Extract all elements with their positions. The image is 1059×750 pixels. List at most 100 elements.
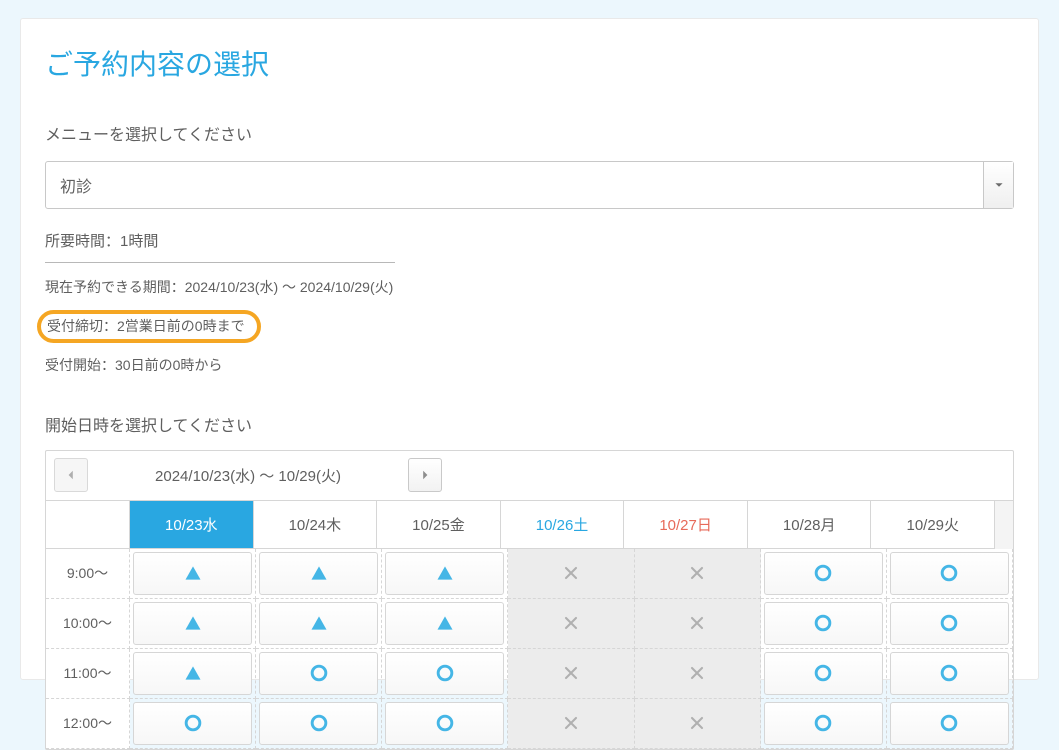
slot-cell: [508, 599, 634, 649]
slot-cell[interactable]: [761, 649, 887, 699]
info-period: 現在予約できる期間：2024/10/23(水) ～ 2024/10/29(火): [45, 271, 1014, 304]
circle-icon: [939, 613, 959, 633]
slot-cell[interactable]: [382, 649, 508, 699]
day-header[interactable]: 10/23水: [130, 501, 254, 549]
slot-inner: [259, 652, 378, 695]
slot-cell[interactable]: [130, 599, 256, 649]
chevron-right-icon: [419, 468, 431, 482]
x-icon: [561, 563, 581, 583]
circle-icon: [813, 613, 833, 633]
slot-inner: [638, 702, 757, 745]
triangle-icon: [309, 613, 329, 633]
day-header[interactable]: 10/29火: [871, 501, 995, 549]
menu-select-value: 初診: [46, 173, 983, 197]
info-duration: 所要時間：1時間: [45, 225, 395, 263]
calendar-nav: 2024/10/23(水) ～ 10/29(火): [46, 451, 1013, 501]
circle-icon: [183, 713, 203, 733]
circle-icon: [813, 713, 833, 733]
slot-inner: [764, 552, 883, 595]
slot-cell[interactable]: [256, 549, 382, 599]
day-header[interactable]: 10/27日: [624, 501, 748, 549]
circle-icon: [939, 563, 959, 583]
slot-inner: [890, 652, 1009, 695]
triangle-icon: [435, 563, 455, 583]
x-icon: [561, 663, 581, 683]
x-icon: [561, 613, 581, 633]
slot-inner: [385, 652, 504, 695]
slot-row: 10:00～: [46, 599, 1013, 649]
info-deadline-row: 受付締切：2営業日前の0時まで: [45, 304, 1014, 349]
slot-time-label: 9:00～: [46, 549, 130, 599]
slot-cell[interactable]: [256, 699, 382, 749]
slot-inner: [259, 552, 378, 595]
slot-inner: [890, 602, 1009, 645]
slot-cell[interactable]: [256, 649, 382, 699]
x-icon: [687, 713, 707, 733]
slot-cell[interactable]: [382, 549, 508, 599]
slot-cell[interactable]: [887, 599, 1013, 649]
slot-inner: [764, 652, 883, 695]
x-icon: [687, 563, 707, 583]
triangle-icon: [183, 563, 203, 583]
calendar-header-row: 10/23水10/24木10/25金10/26土10/27日10/28月10/2…: [46, 501, 1013, 549]
circle-icon: [813, 563, 833, 583]
slot-row: 11:00～: [46, 649, 1013, 699]
slot-cell[interactable]: [761, 599, 887, 649]
slot-inner: [638, 602, 757, 645]
prev-week-button[interactable]: [54, 458, 88, 492]
x-icon: [687, 613, 707, 633]
menu-select-label: メニューを選択してください: [45, 121, 1014, 145]
slot-cell[interactable]: [382, 599, 508, 649]
slot-cell[interactable]: [761, 549, 887, 599]
slot-inner: [259, 702, 378, 745]
page-title: ご予約内容の選択: [45, 43, 1014, 83]
circle-icon: [813, 663, 833, 683]
slot-cell: [508, 699, 634, 749]
time-column-header: [46, 501, 130, 549]
slot-cell[interactable]: [382, 699, 508, 749]
slot-cell[interactable]: [130, 649, 256, 699]
reservation-card: ご予約内容の選択 メニューを選択してください 初診 所要時間：1時間 現在予約で…: [20, 18, 1039, 680]
calendar-range-label: 2024/10/23(水) ～ 10/29(火): [88, 465, 408, 486]
slot-cell[interactable]: [256, 599, 382, 649]
slot-cell[interactable]: [887, 649, 1013, 699]
slot-inner: [511, 702, 630, 745]
slot-inner: [385, 552, 504, 595]
slot-row: 9:00～: [46, 549, 1013, 599]
day-header[interactable]: 10/26土: [501, 501, 625, 549]
slot-time-label: 12:00～: [46, 699, 130, 749]
calendar-body: 9:00～10:00～11:00～12:00～: [46, 549, 1013, 749]
next-week-button[interactable]: [408, 458, 442, 492]
slot-inner: [259, 602, 378, 645]
info-deadline: 受付締切：2営業日前の0時まで: [47, 318, 245, 334]
circle-icon: [309, 713, 329, 733]
slot-cell: [508, 549, 634, 599]
slot-cell[interactable]: [130, 699, 256, 749]
day-header[interactable]: 10/25金: [377, 501, 501, 549]
slot-inner: [511, 552, 630, 595]
triangle-icon: [183, 663, 203, 683]
day-header[interactable]: 10/28月: [748, 501, 872, 549]
slot-time-label: 11:00～: [46, 649, 130, 699]
start-datetime-label: 開始日時を選択してください: [45, 412, 1014, 436]
chevron-left-icon: [65, 468, 77, 482]
scrollbar-spacer: [995, 501, 1013, 549]
x-icon: [561, 713, 581, 733]
slot-inner: [133, 652, 252, 695]
triangle-icon: [435, 613, 455, 633]
slot-cell[interactable]: [887, 699, 1013, 749]
day-header[interactable]: 10/24木: [254, 501, 378, 549]
slot-inner: [638, 552, 757, 595]
menu-select[interactable]: 初診: [45, 161, 1014, 209]
slot-cell: [635, 649, 761, 699]
circle-icon: [939, 663, 959, 683]
circle-icon: [435, 663, 455, 683]
slot-inner: [133, 552, 252, 595]
deadline-highlight: 受付締切：2営業日前の0時まで: [37, 310, 261, 343]
slot-cell[interactable]: [130, 549, 256, 599]
slot-inner: [764, 702, 883, 745]
slot-inner: [385, 602, 504, 645]
slot-cell[interactable]: [761, 699, 887, 749]
slot-inner: [511, 602, 630, 645]
slot-cell[interactable]: [887, 549, 1013, 599]
